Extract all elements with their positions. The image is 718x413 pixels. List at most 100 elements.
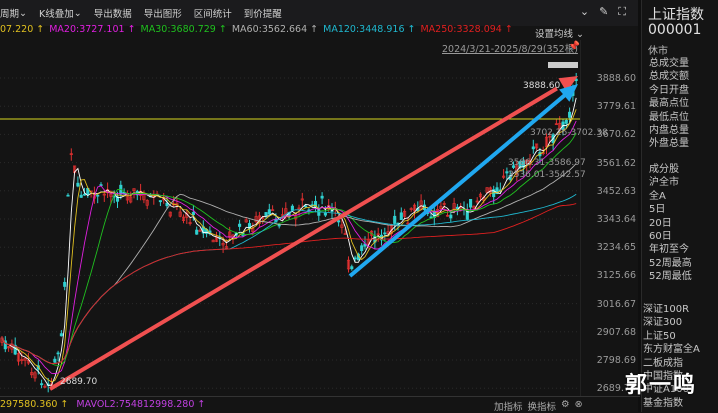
chevron-down-icon: ⌄	[19, 7, 27, 19]
price-axis-label: 2907.68	[596, 326, 636, 338]
candle	[353, 257, 357, 260]
candle	[96, 194, 100, 197]
ma-legend-item: MA20:3727.101 ↑	[49, 24, 136, 35]
range-label: 3702.26-3702.38	[530, 128, 608, 138]
candle	[399, 212, 403, 220]
kline-overlay-menu[interactable]: K线叠加	[39, 6, 74, 20]
price-axis-label: 3234.65	[596, 242, 636, 254]
candle	[191, 212, 195, 216]
candle	[277, 224, 281, 227]
price-axis-label: 3561.62	[596, 157, 636, 169]
watermark: 郭一鸣	[625, 373, 698, 398]
ma-legend-item: MA120:3448.916 ↑	[323, 24, 416, 35]
candle	[465, 211, 469, 220]
chevron-down-icon: ⌄	[73, 7, 82, 19]
price-axis-label: 3125.66	[596, 270, 636, 282]
index-link[interactable]: 上证50	[643, 330, 700, 343]
gear-icon[interactable]: ⚙	[561, 399, 570, 413]
price-axis-label: 2798.69	[596, 355, 636, 366]
kline-chart[interactable]	[0, 40, 580, 396]
price-axis-label: 3343.64	[596, 214, 636, 225]
period-menu[interactable]: 周期	[0, 6, 19, 20]
ma-legend-item: MA30:3680.729 ↑	[140, 24, 227, 35]
ma-legend: 07.220 ↑ MA20:3727.101 ↑ MA30:3680.729 ↑ MA…	[0, 24, 513, 39]
candle	[383, 232, 387, 235]
panel-tab[interactable]: 年初至今	[649, 243, 692, 256]
trend-arrow-red	[48, 86, 558, 391]
stat-label: 今日开盘	[649, 84, 689, 96]
panel-tab[interactable]: 全A	[649, 190, 692, 203]
panel-tab[interactable]: 52周最低	[649, 270, 692, 283]
range-label: 3536.01-3542.57	[508, 170, 586, 180]
candle	[238, 223, 242, 227]
index-name: 上证指数	[648, 7, 704, 23]
candle	[531, 146, 535, 150]
ma-line	[1, 97, 577, 386]
candle	[290, 205, 294, 211]
circle-chevron-icon[interactable]: ⌄	[580, 5, 589, 19]
candle	[564, 119, 568, 124]
brush-icon[interactable]: ✎	[599, 5, 608, 19]
candle	[304, 205, 308, 208]
stat-label: 最低点位	[649, 111, 689, 123]
price-alert-button[interactable]: 到价提醒	[244, 6, 282, 20]
price-axis-label: 3016.67	[596, 298, 636, 310]
ma-legend-item: MA60:3562.664 ↑	[231, 24, 319, 35]
index-link[interactable]: 东方财富全A	[643, 343, 700, 356]
index-link[interactable]: 深证100R	[643, 303, 700, 316]
candle	[469, 199, 473, 208]
range-stats-button[interactable]: 区间统计	[194, 6, 232, 20]
candle	[360, 245, 364, 252]
candle	[337, 220, 341, 223]
export-image-button[interactable]: 导出图形	[144, 6, 182, 20]
candle	[59, 333, 63, 337]
candle	[429, 216, 433, 219]
panel-tab[interactable]: 沪全市	[649, 176, 692, 189]
candle	[264, 212, 268, 216]
candle	[449, 214, 453, 219]
switch-indicator-button[interactable]: 换指标	[528, 399, 557, 413]
index-link[interactable]: 深证300	[643, 316, 700, 329]
volume-legend-item: MAVOL2:754812998.280 ↑	[76, 399, 206, 410]
stat-label: 最高点位	[649, 98, 689, 110]
candle	[317, 209, 321, 216]
candle	[63, 281, 67, 287]
candle	[66, 194, 70, 197]
candle	[158, 200, 162, 203]
panel-tab[interactable]: 20日	[649, 217, 692, 230]
candle	[79, 194, 83, 198]
candle	[393, 215, 397, 224]
candle	[53, 358, 57, 363]
price-axis: 3888.60 3779.61 3670.62 3561.62 3452.63 3343.…	[580, 40, 640, 396]
index-code: 000001	[648, 22, 702, 38]
chart-toolbar: 周期 ⌄ K线叠加 ⌄ 导出数据 导出图形 区间统计 到价提醒 ⌄ ✎ ⛶	[0, 0, 640, 26]
price-axis-label: 3888.60	[596, 73, 636, 84]
range-label: 3586.31-3586.97	[508, 158, 586, 168]
quote-panel: 上证指数 000001 休市 总成交量总成交额 今日开盘最高点位 最低点位内盘总量外…	[641, 0, 718, 412]
fullscreen-icon[interactable]: ⛶	[618, 5, 626, 19]
panel-tab[interactable]: 52周最高	[649, 257, 692, 270]
low-label: 2689.70	[60, 377, 98, 387]
panel-tab[interactable]: 成分股	[649, 163, 692, 176]
market-status: 休市	[648, 46, 668, 57]
candle	[40, 383, 44, 386]
candle	[350, 266, 354, 270]
add-indicator-button[interactable]: 加指标	[494, 399, 523, 413]
stat-label: 外盘总量	[649, 138, 689, 150]
candle	[56, 352, 60, 355]
price-axis-label: 3452.63	[596, 185, 636, 197]
stat-label: 总成交量	[649, 58, 689, 69]
ma-legend-item: 07.220 ↑	[0, 24, 45, 35]
stat-label: 内盘总量	[649, 125, 689, 137]
panel-tab[interactable]: 5日	[649, 203, 692, 216]
candle	[82, 193, 87, 196]
candle	[323, 212, 327, 216]
stat-label: 总成交额	[649, 71, 689, 83]
panel-tab[interactable]: 60日	[649, 230, 692, 243]
export-data-button[interactable]: 导出数据	[94, 6, 132, 20]
close-icon[interactable]: ⊗	[575, 399, 583, 413]
candle	[195, 229, 199, 235]
volume-legend-item: 297580.360 ↑	[0, 399, 69, 410]
price-axis-label: 3779.61	[596, 101, 636, 113]
set-ma-button[interactable]: 设置均线 ⌄	[535, 26, 584, 40]
